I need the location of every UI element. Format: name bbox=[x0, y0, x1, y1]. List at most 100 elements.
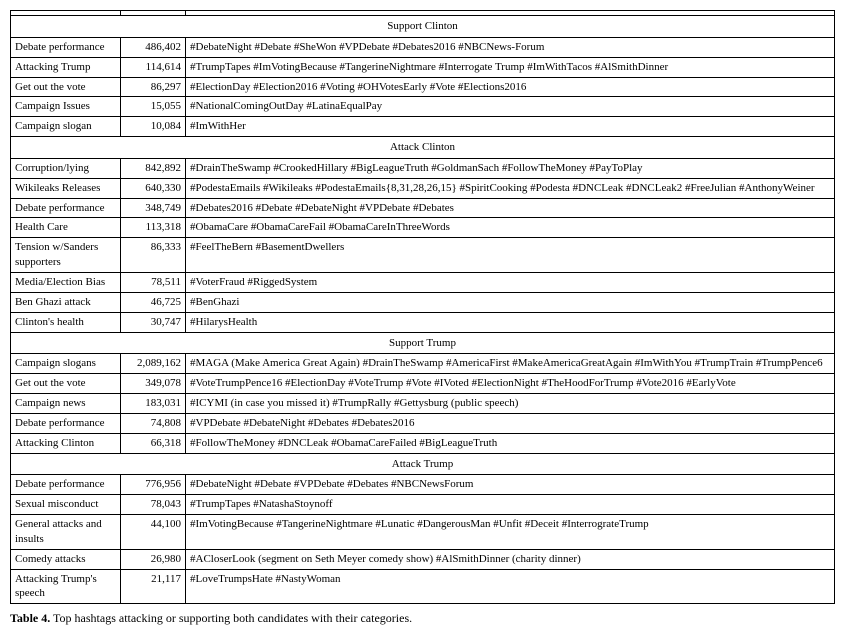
caption-rest: Top hashtags attacking or supporting bot… bbox=[53, 611, 412, 625]
row-hashtags: #TrumpTapes #ImVotingBecause #TangerineN… bbox=[186, 57, 835, 77]
row-hashtags: #LoveTrumpsHate #NastyWoman bbox=[186, 569, 835, 604]
table-row: Campaign Issues15,055#NationalComingOutD… bbox=[11, 97, 835, 117]
row-freq: 26,980 bbox=[121, 549, 186, 569]
row-hashtags: #ACloserLook (segment on Seth Meyer come… bbox=[186, 549, 835, 569]
row-category: Debate performance bbox=[11, 475, 121, 495]
row-freq: 486,402 bbox=[121, 37, 186, 57]
table-row: Debate performance348,749#Debates2016 #D… bbox=[11, 198, 835, 218]
row-hashtags: #ICYMI (in case you missed it) #TrumpRal… bbox=[186, 394, 835, 414]
row-freq: 2,089,162 bbox=[121, 354, 186, 374]
row-category: Health Care bbox=[11, 218, 121, 238]
row-category: Sexual misconduct bbox=[11, 495, 121, 515]
row-hashtags: #ObamaCare #ObamaCareFail #ObamaCareInTh… bbox=[186, 218, 835, 238]
section-header: Support Clinton bbox=[11, 16, 835, 38]
section-header: Attack Trump bbox=[11, 453, 835, 475]
row-freq: 183,031 bbox=[121, 394, 186, 414]
row-hashtags: #NationalComingOutDay #LatinaEqualPay bbox=[186, 97, 835, 117]
table-row: Get out the vote349,078#VoteTrumpPence16… bbox=[11, 374, 835, 394]
row-freq: 66,318 bbox=[121, 433, 186, 453]
table-row: Attacking Trump114,614#TrumpTapes #ImVot… bbox=[11, 57, 835, 77]
row-hashtags: #ImVotingBecause #TangerineNightmare #Lu… bbox=[186, 515, 835, 550]
row-freq: 114,614 bbox=[121, 57, 186, 77]
table-row: Sexual misconduct78,043#TrumpTapes #Nata… bbox=[11, 495, 835, 515]
row-freq: 30,747 bbox=[121, 312, 186, 332]
table-row: Clinton's health30,747#HilarysHealth bbox=[11, 312, 835, 332]
row-category: Campaign slogans bbox=[11, 354, 121, 374]
row-category: Debate performance bbox=[11, 37, 121, 57]
row-freq: 46,725 bbox=[121, 292, 186, 312]
row-hashtags: #VoterFraud #RiggedSystem bbox=[186, 272, 835, 292]
table-row: Debate performance74,808#VPDebate #Debat… bbox=[11, 413, 835, 433]
row-category: Ben Ghazi attack bbox=[11, 292, 121, 312]
row-hashtags: #FollowTheMoney #DNCLeak #ObamaCareFaile… bbox=[186, 433, 835, 453]
row-freq: 15,055 bbox=[121, 97, 186, 117]
row-hashtags: #HilarysHealth bbox=[186, 312, 835, 332]
table-row: Attacking Clinton66,318#FollowTheMoney #… bbox=[11, 433, 835, 453]
table-row: Wikileaks Releases640,330#PodestaEmails … bbox=[11, 178, 835, 198]
row-category: Attacking Clinton bbox=[11, 433, 121, 453]
row-hashtags: #ElectionDay #Election2016 #Voting #OHVo… bbox=[186, 77, 835, 97]
row-hashtags: #MAGA (Make America Great Again) #DrainT… bbox=[186, 354, 835, 374]
row-category: Attacking Trump's speech bbox=[11, 569, 121, 604]
table-row: Get out the vote86,297#ElectionDay #Elec… bbox=[11, 77, 835, 97]
row-freq: 86,297 bbox=[121, 77, 186, 97]
row-hashtags: #VPDebate #DebateNight #Debates #Debates… bbox=[186, 413, 835, 433]
row-category: Debate performance bbox=[11, 413, 121, 433]
row-freq: 349,078 bbox=[121, 374, 186, 394]
row-freq: 44,100 bbox=[121, 515, 186, 550]
row-hashtags: #DrainTheSwamp #CrookedHillary #BigLeagu… bbox=[186, 158, 835, 178]
row-hashtags: #FeelTheBern #BasementDwellers bbox=[186, 238, 835, 273]
table-row: Campaign slogan10,084#ImWithHer bbox=[11, 117, 835, 137]
table-row: Debate performance776,956#DebateNight #D… bbox=[11, 475, 835, 495]
row-hashtags: #DebateNight #Debate #SheWon #VPDebate #… bbox=[186, 37, 835, 57]
row-freq: 21,117 bbox=[121, 569, 186, 604]
table-row: Attacking Trump's speech21,117#LoveTrump… bbox=[11, 569, 835, 604]
row-hashtags: #DebateNight #Debate #VPDebate #Debates … bbox=[186, 475, 835, 495]
main-table: Support ClintonDebate performance486,402… bbox=[10, 10, 835, 604]
table-row: Ben Ghazi attack46,725#BenGhazi bbox=[11, 292, 835, 312]
row-category: Clinton's health bbox=[11, 312, 121, 332]
row-category: Campaign slogan bbox=[11, 117, 121, 137]
row-freq: 10,084 bbox=[121, 117, 186, 137]
row-category: Media/Election Bias bbox=[11, 272, 121, 292]
row-category: Get out the vote bbox=[11, 374, 121, 394]
row-hashtags: #ImWithHer bbox=[186, 117, 835, 137]
row-freq: 78,043 bbox=[121, 495, 186, 515]
row-freq: 74,808 bbox=[121, 413, 186, 433]
row-freq: 842,892 bbox=[121, 158, 186, 178]
section-header: Attack Clinton bbox=[11, 137, 835, 159]
row-freq: 348,749 bbox=[121, 198, 186, 218]
row-hashtags: #PodestaEmails #Wikileaks #PodestaEmails… bbox=[186, 178, 835, 198]
row-hashtags: #TrumpTapes #NatashaStoynoff bbox=[186, 495, 835, 515]
row-freq: 776,956 bbox=[121, 475, 186, 495]
row-freq: 78,511 bbox=[121, 272, 186, 292]
row-category: Tension w/Sanders supporters bbox=[11, 238, 121, 273]
row-freq: 640,330 bbox=[121, 178, 186, 198]
caption-bold: Table 4. bbox=[10, 611, 50, 625]
row-hashtags: #BenGhazi bbox=[186, 292, 835, 312]
table-caption: Table 4. Top hashtags attacking or suppo… bbox=[10, 610, 835, 627]
row-category: Comedy attacks bbox=[11, 549, 121, 569]
row-category: Campaign news bbox=[11, 394, 121, 414]
table-row: Corruption/lying842,892#DrainTheSwamp #C… bbox=[11, 158, 835, 178]
table-row: Media/Election Bias78,511#VoterFraud #Ri… bbox=[11, 272, 835, 292]
table-row: Comedy attacks26,980#ACloserLook (segmen… bbox=[11, 549, 835, 569]
row-category: Get out the vote bbox=[11, 77, 121, 97]
row-hashtags: #Debates2016 #Debate #DebateNight #VPDeb… bbox=[186, 198, 835, 218]
row-category: Attacking Trump bbox=[11, 57, 121, 77]
table-row: Tension w/Sanders supporters86,333#FeelT… bbox=[11, 238, 835, 273]
section-header: Support Trump bbox=[11, 332, 835, 354]
table-row: Health Care113,318#ObamaCare #ObamaCareF… bbox=[11, 218, 835, 238]
table-row: General attacks and insults44,100#ImVoti… bbox=[11, 515, 835, 550]
row-freq: 86,333 bbox=[121, 238, 186, 273]
table-row: Campaign news183,031#ICYMI (in case you … bbox=[11, 394, 835, 414]
row-category: Debate performance bbox=[11, 198, 121, 218]
row-category: General attacks and insults bbox=[11, 515, 121, 550]
row-category: Wikileaks Releases bbox=[11, 178, 121, 198]
row-category: Corruption/lying bbox=[11, 158, 121, 178]
table-row: Campaign slogans2,089,162#MAGA (Make Ame… bbox=[11, 354, 835, 374]
row-category: Campaign Issues bbox=[11, 97, 121, 117]
table-row: Debate performance486,402#DebateNight #D… bbox=[11, 37, 835, 57]
row-hashtags: #VoteTrumpPence16 #ElectionDay #VoteTrum… bbox=[186, 374, 835, 394]
row-freq: 113,318 bbox=[121, 218, 186, 238]
